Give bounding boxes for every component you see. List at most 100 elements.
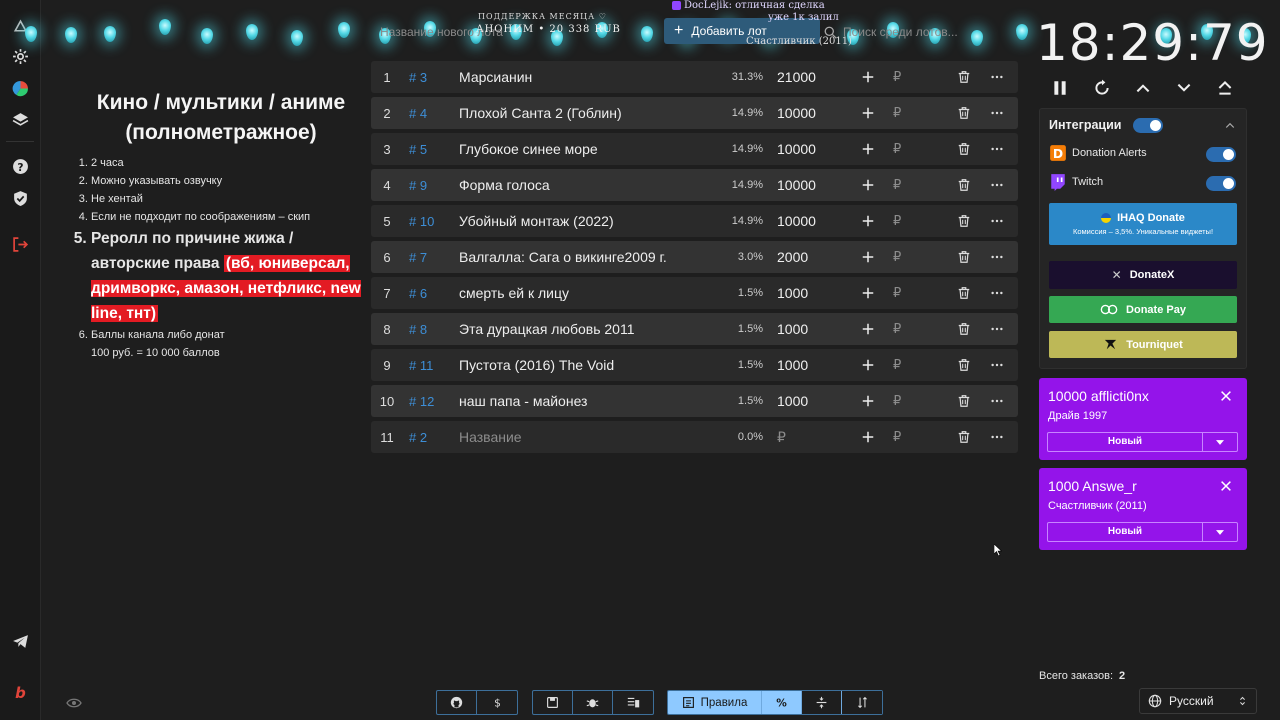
lot-amount-input[interactable]: 1000 [777,321,808,337]
plus-icon[interactable] [859,140,877,158]
lot-amount-input[interactable]: 1000 [777,357,808,373]
lot-name-input[interactable]: Плохой Санта 2 (Гоблин) [459,105,719,121]
integrations-toggle[interactable] [1133,118,1163,133]
trash-icon[interactable] [955,176,973,194]
lot-amount-input[interactable]: 1000 [777,285,808,301]
tourniquet-button[interactable]: Tourniquet [1049,331,1237,358]
lot-row[interactable]: 7 # 6 смерть ей к лицу 1.5% 1000 ₽ [371,277,1018,309]
lot-id-link[interactable]: # 9 [409,178,427,193]
lot-amount-input[interactable]: 10000 [777,105,816,121]
lot-name-input[interactable]: Эта дурацкая любовь 2011 [459,321,719,337]
more-options-icon[interactable] [988,140,1006,158]
plus-icon[interactable] [859,248,877,266]
donate-pay-button[interactable]: Donate Pay [1049,296,1237,323]
ruble-icon[interactable]: ₽ [893,213,901,229]
lot-row[interactable]: 11 # 2 Название 0.0% ₽ ₽ [371,421,1018,453]
trash-icon[interactable] [955,284,973,302]
donate-dollar-button[interactable]: $ [477,691,517,714]
ruble-icon[interactable]: ₽ [893,141,901,157]
plus-icon[interactable] [859,428,877,446]
pie-chart-icon[interactable] [8,76,32,100]
compact-view-button[interactable] [802,691,842,714]
lot-id-link[interactable]: # 8 [409,322,427,337]
plus-icon[interactable] [859,68,877,86]
lot-id-link[interactable]: # 12 [409,394,434,409]
trash-icon[interactable] [955,104,973,122]
eye-icon[interactable] [66,697,82,709]
lot-name-input[interactable]: Название [459,429,719,445]
lot-amount-input[interactable]: 2000 [777,249,808,265]
brand-b-icon[interactable]: b [8,680,32,704]
ruble-icon[interactable]: ₽ [893,321,901,337]
lot-id-link[interactable]: # 10 [409,214,434,229]
close-icon[interactable] [1219,479,1233,493]
plus-icon[interactable] [859,392,877,410]
plus-icon[interactable] [859,320,877,338]
bug-report-button[interactable] [573,691,613,714]
lot-name-input[interactable]: Марсианин [459,69,719,85]
settings-icon[interactable] [8,44,32,68]
lot-id-link[interactable]: # 4 [409,106,427,121]
lot-row[interactable]: 1 # 3 Марсианин 31.3% 21000 ₽ [371,61,1018,93]
time-double-up-button[interactable] [1213,76,1237,100]
lot-row[interactable]: 10 # 12 наш папа - майонез 1.5% 1000 ₽ [371,385,1018,417]
lot-name-input[interactable]: Пустота (2016) The Void [459,357,719,373]
lot-id-link[interactable]: # 7 [409,250,427,265]
more-options-icon[interactable] [988,248,1006,266]
percent-toggle-button[interactable]: % [762,691,802,714]
more-options-icon[interactable] [988,320,1006,338]
trash-icon[interactable] [955,320,973,338]
lot-amount-input[interactable]: 10000 [777,213,816,229]
layers-icon[interactable] [8,107,32,131]
lot-row[interactable]: 5 # 10 Убойный монтаж (2022) 14.9% 10000 ₽ [371,205,1018,237]
lot-search-input[interactable]: Поиск среди лотов... [824,20,1024,44]
twitch-toggle[interactable] [1206,176,1236,191]
order-status-select[interactable]: Новый [1047,432,1238,452]
lot-name-input[interactable]: Валгалла: Сага о викинге2009 г. [459,249,719,265]
plus-icon[interactable] [859,356,877,374]
lot-name-input[interactable]: смерть ей к лицу [459,285,719,301]
plus-icon[interactable] [859,104,877,122]
sort-button[interactable] [842,691,882,714]
lot-amount-input[interactable]: 1000 [777,393,808,409]
trash-icon[interactable] [955,140,973,158]
lot-id-link[interactable]: # 11 [409,358,433,373]
lot-row[interactable]: 9 # 11 Пустота (2016) The Void 1.5% 1000 ₽ [371,349,1018,381]
lot-row[interactable]: 8 # 8 Эта дурацкая любовь 2011 1.5% 1000 ₽ [371,313,1018,345]
more-options-icon[interactable] [988,428,1006,446]
lot-name-input[interactable]: наш папа - майонез [459,393,719,409]
plus-icon[interactable] [859,284,877,302]
lot-name-input[interactable]: Глубокое синее море [459,141,719,157]
trash-icon[interactable] [955,248,973,266]
lot-id-link[interactable]: # 3 [409,70,427,85]
order-status-select[interactable]: Новый [1047,522,1238,542]
time-up-button[interactable] [1131,76,1155,100]
plus-icon[interactable] [859,176,877,194]
rules-button[interactable]: Правила [668,691,762,714]
ruble-icon[interactable]: ₽ [893,249,901,265]
lot-row[interactable]: 4 # 9 Форма голоса 14.9% 10000 ₽ [371,169,1018,201]
donatex-button[interactable]: ✕ DonateX [1049,261,1237,289]
chevron-down-icon[interactable] [1203,523,1237,541]
ruble-icon[interactable]: ₽ [893,105,901,121]
lot-amount-input[interactable]: 10000 [777,177,816,193]
language-select[interactable]: Русский [1139,688,1257,714]
collapse-chevron-icon[interactable] [1224,119,1236,131]
lot-amount-input[interactable]: 10000 [777,141,816,157]
order-card[interactable]: 1000 Answe_r Счастливчик (2011) Новый [1039,468,1247,550]
logout-icon[interactable] [8,232,32,256]
github-button[interactable] [437,691,477,714]
ruble-icon[interactable]: ₽ [893,177,901,193]
ihaq-donate-button[interactable]: IHAQ Donate Комиссия – 3,5%. Уникальные … [1049,203,1237,245]
donation-alerts-toggle[interactable] [1206,147,1236,162]
more-options-icon[interactable] [988,356,1006,374]
lot-name-input[interactable]: Форма голоса [459,177,719,193]
time-down-button[interactable] [1172,76,1196,100]
lot-row[interactable]: 6 # 7 Валгалла: Сага о викинге2009 г. 3.0% 2… [371,241,1018,273]
trash-icon[interactable] [955,392,973,410]
trash-icon[interactable] [955,212,973,230]
lot-amount-input[interactable]: ₽ [777,429,786,446]
more-options-icon[interactable] [988,392,1006,410]
save-button[interactable] [533,691,573,714]
trash-icon[interactable] [955,428,973,446]
